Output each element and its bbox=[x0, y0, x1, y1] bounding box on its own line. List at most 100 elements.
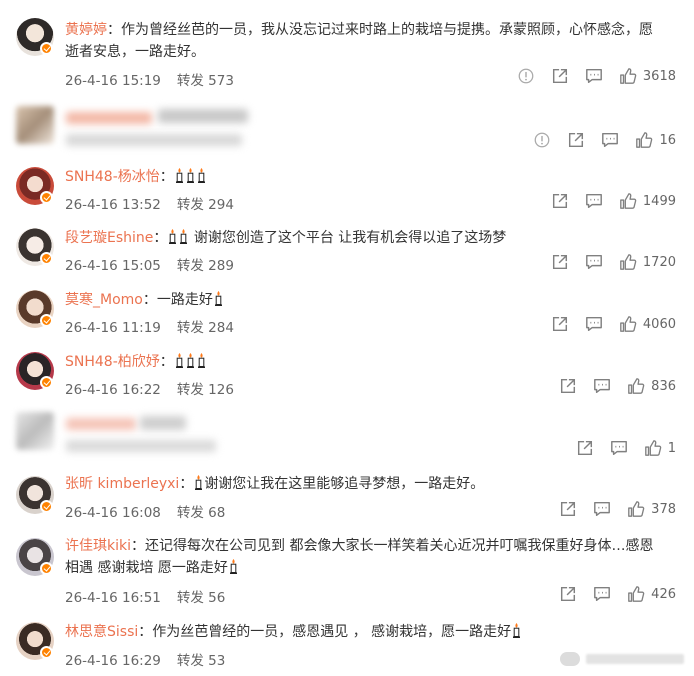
share-icon[interactable] bbox=[551, 253, 569, 271]
like-count: 836 bbox=[651, 378, 676, 394]
timestamp: 26-4-16 13:52 bbox=[65, 197, 161, 213]
like-icon bbox=[619, 67, 637, 85]
comment-meta: 26-4-16 16:51 转发 56 bbox=[65, 586, 225, 606]
repost-count[interactable]: 转发 68 bbox=[177, 505, 225, 521]
like-icon bbox=[644, 439, 662, 457]
comment-icon[interactable] bbox=[593, 585, 611, 603]
verified-badge bbox=[40, 191, 53, 204]
separator: ： bbox=[107, 22, 121, 38]
comment-icon[interactable] bbox=[593, 500, 611, 518]
candle-icon bbox=[194, 475, 203, 490]
like-button[interactable]: 1499 bbox=[619, 192, 676, 210]
like-button[interactable]: 426 bbox=[627, 585, 676, 603]
like-count: 1720 bbox=[642, 254, 676, 270]
avatar[interactable] bbox=[16, 106, 54, 144]
blurred-text bbox=[140, 416, 186, 430]
share-icon[interactable] bbox=[559, 585, 577, 603]
candle-icon bbox=[197, 168, 206, 183]
action-bar: 3618 bbox=[501, 67, 676, 85]
separator: ： bbox=[179, 476, 194, 492]
comment-text: 张昕 kimberleyxi： 谢谢您让我在这里能够追寻梦想，一路走好。 bbox=[65, 473, 664, 495]
verified-badge bbox=[40, 252, 53, 265]
username[interactable]: 段艺璇Eshine bbox=[65, 230, 153, 246]
share-icon[interactable] bbox=[576, 439, 594, 457]
like-button[interactable]: 16 bbox=[635, 131, 676, 149]
like-icon bbox=[627, 500, 645, 518]
repost-count[interactable]: 转发 56 bbox=[177, 590, 225, 606]
verified-badge bbox=[40, 562, 53, 575]
verified-badge bbox=[40, 646, 53, 659]
avatar[interactable] bbox=[16, 412, 54, 450]
like-count: 426 bbox=[651, 586, 676, 602]
repost-count[interactable]: 转发 294 bbox=[177, 197, 234, 213]
timestamp: 26-4-16 16:08 bbox=[65, 505, 161, 521]
blurred-text bbox=[158, 109, 248, 123]
like-button[interactable]: 378 bbox=[627, 500, 676, 518]
comment-icon[interactable] bbox=[601, 131, 619, 149]
report-icon[interactable] bbox=[517, 67, 535, 85]
like-button[interactable]: 1720 bbox=[619, 253, 676, 271]
repost-count[interactable]: 转发 289 bbox=[177, 258, 234, 274]
share-icon[interactable] bbox=[551, 67, 569, 85]
separator: ： bbox=[131, 538, 145, 554]
like-button[interactable]: 4060 bbox=[619, 315, 676, 333]
comment-icon[interactable] bbox=[610, 439, 628, 457]
candle-icon bbox=[168, 229, 177, 244]
verified-badge bbox=[40, 314, 53, 327]
comment-icon[interactable] bbox=[593, 377, 611, 395]
username[interactable]: 莫寒_Momo bbox=[65, 292, 143, 308]
username[interactable]: SNH48-柏欣妤 bbox=[65, 354, 160, 370]
like-count: 3618 bbox=[642, 68, 676, 84]
repost-count[interactable]: 转发 126 bbox=[177, 382, 234, 398]
action-bar: 378 bbox=[543, 500, 676, 518]
like-button[interactable]: 836 bbox=[627, 377, 676, 395]
username[interactable]: 黄婷婷 bbox=[65, 22, 107, 38]
username[interactable]: SNH48-杨冰怡 bbox=[65, 169, 160, 185]
like-count: 1 bbox=[667, 440, 676, 456]
comment-icon[interactable] bbox=[585, 253, 603, 271]
comment-icon[interactable] bbox=[585, 67, 603, 85]
repost-count[interactable]: 转发 53 bbox=[177, 653, 225, 669]
comment-icon[interactable] bbox=[585, 315, 603, 333]
username[interactable]: 林思意Sissi bbox=[65, 624, 138, 640]
watermark-text bbox=[586, 654, 684, 664]
blurred-username bbox=[66, 418, 136, 430]
report-icon[interactable] bbox=[533, 131, 551, 149]
candle-icon bbox=[197, 353, 206, 368]
verified-badge bbox=[40, 42, 53, 55]
share-icon[interactable] bbox=[567, 131, 585, 149]
action-bar: 1499 bbox=[535, 192, 676, 210]
action-bar: 836 bbox=[543, 377, 676, 395]
comment-icon[interactable] bbox=[585, 192, 603, 210]
comment-body: 谢谢您让我在这里能够追寻梦想，一路走好。 bbox=[204, 476, 485, 492]
separator: ： bbox=[159, 354, 174, 370]
share-icon[interactable] bbox=[551, 315, 569, 333]
candle-icon bbox=[175, 353, 184, 368]
like-button[interactable]: 3618 bbox=[619, 67, 676, 85]
username[interactable]: 张昕 kimberleyxi bbox=[65, 476, 179, 492]
blurred-meta bbox=[66, 440, 216, 452]
like-icon bbox=[635, 131, 653, 149]
comment-meta: 26-4-16 11:19 转发 284 bbox=[65, 316, 234, 336]
watermark-logo-icon bbox=[560, 652, 580, 666]
share-icon[interactable] bbox=[551, 192, 569, 210]
comment-body: 一路走好 bbox=[156, 292, 213, 308]
repost-count[interactable]: 转发 284 bbox=[177, 320, 234, 336]
comment-body: 作为丝芭曾经的一员，感恩遇见 ， 感谢栽培，愿一路走好 bbox=[152, 624, 512, 640]
comment-text: 莫寒_Momo：一路走好 bbox=[65, 289, 664, 311]
repost-count[interactable]: 转发 573 bbox=[177, 73, 234, 89]
comment-text: SNH48-杨冰怡： bbox=[65, 166, 664, 188]
candle-icon bbox=[214, 291, 223, 306]
comment-meta: 26-4-16 15:19 转发 573 bbox=[65, 69, 234, 89]
like-icon bbox=[627, 377, 645, 395]
username[interactable]: 许佳琪kiki bbox=[65, 538, 131, 554]
share-icon[interactable] bbox=[559, 500, 577, 518]
share-icon[interactable] bbox=[559, 377, 577, 395]
like-button[interactable]: 1 bbox=[644, 439, 676, 457]
comment-text: 林思意Sissi：作为丝芭曾经的一员，感恩遇见 ， 感谢栽培，愿一路走好 bbox=[65, 621, 664, 643]
action-bar: 16 bbox=[517, 131, 676, 149]
comment-body-cont: 相遇 感谢栽培 愿一路走好 bbox=[65, 560, 228, 576]
like-count: 1499 bbox=[642, 193, 676, 209]
comment-text: 许佳琪kiki：还记得每次在公司见到 都会像大家长一样笑着关心近况并叮嘱我保重好… bbox=[65, 535, 664, 579]
timestamp: 26-4-16 15:05 bbox=[65, 258, 161, 274]
